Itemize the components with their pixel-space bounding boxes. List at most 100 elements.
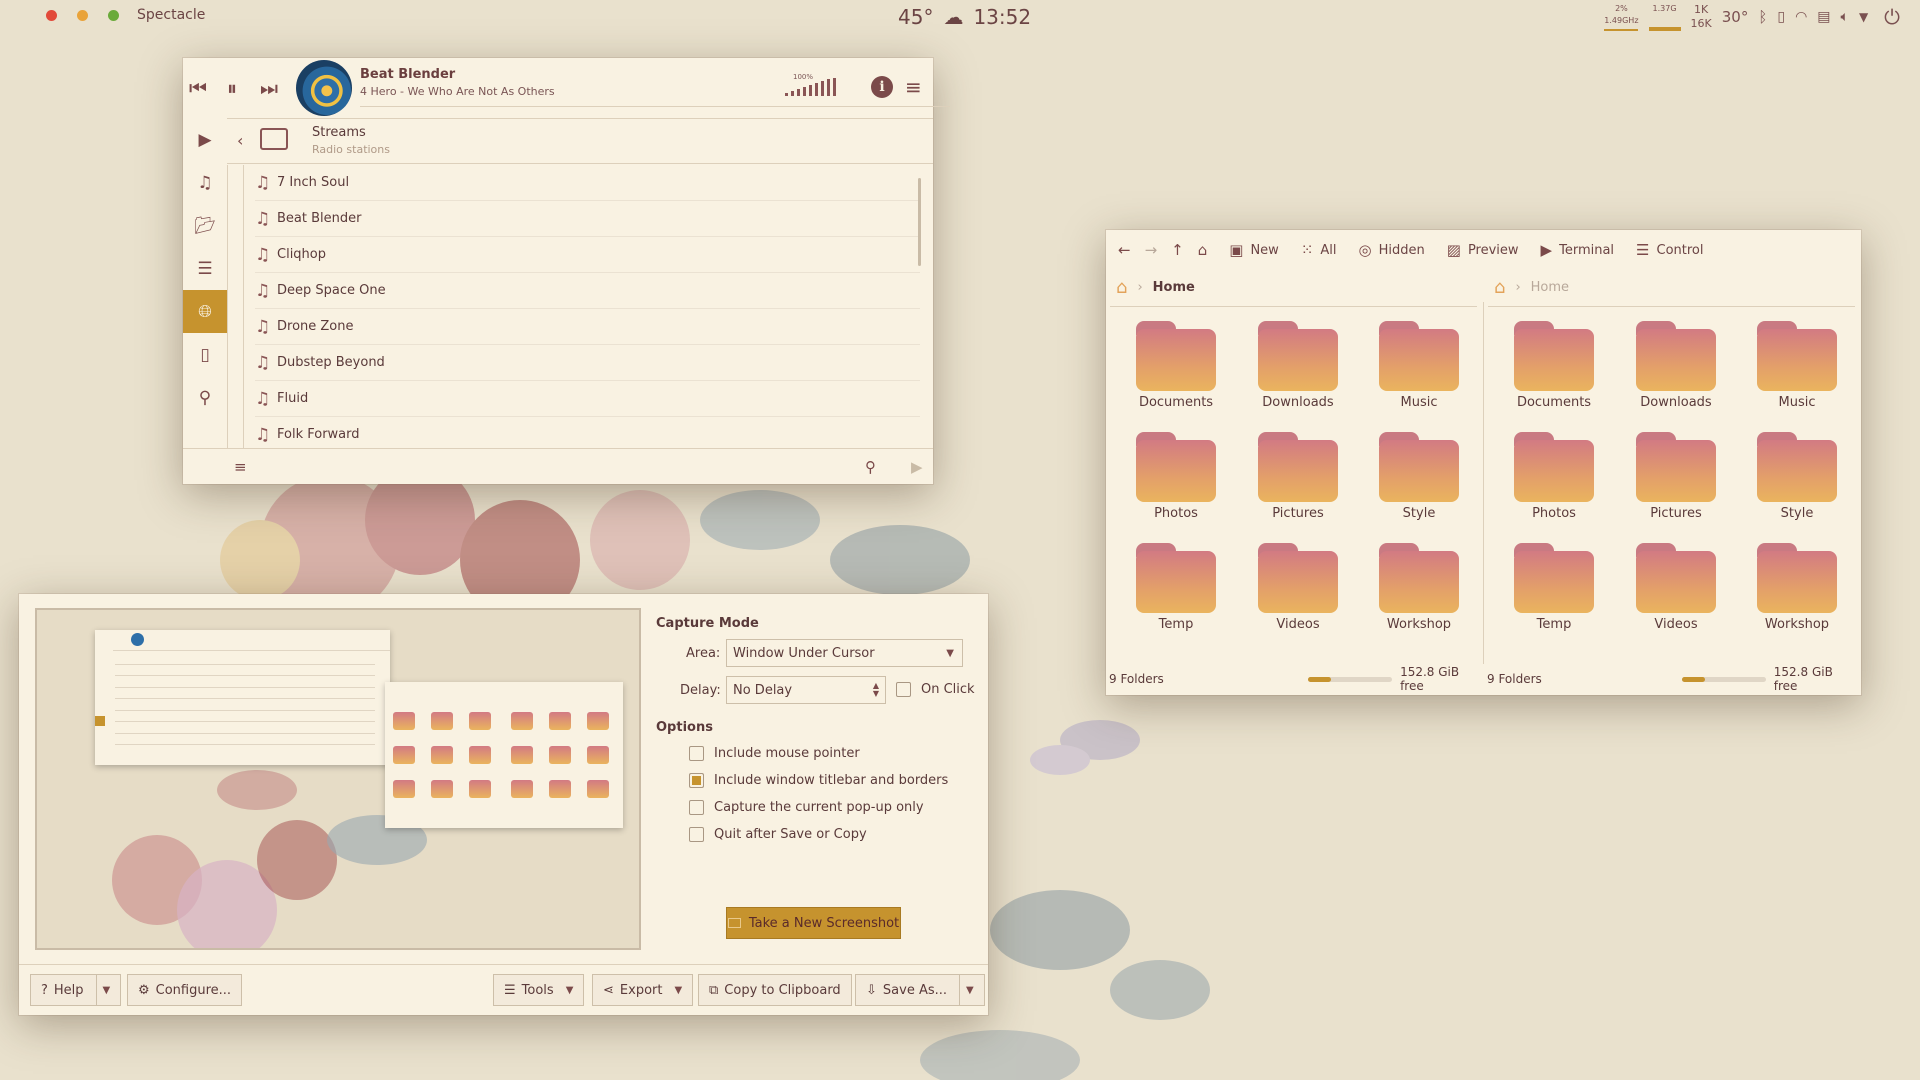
device-icon[interactable]: ▯ — [1777, 9, 1785, 25]
clock-weather[interactable]: 45° ☁ 13:52 — [898, 5, 1031, 29]
hidden-button[interactable]: ◎ Hidden — [1359, 241, 1425, 259]
internet-streams-icon[interactable]: 🌐︎ — [183, 290, 227, 333]
home-icon[interactable]: ⌂ — [1116, 277, 1127, 298]
folder-item[interactable]: Style — [1733, 418, 1843, 528]
option-include-pointer[interactable]: Include mouse pointer — [689, 746, 860, 761]
list-item[interactable]: ♫ Beat Blender — [255, 201, 920, 237]
stepper-icon[interactable]: ▲ ▼ — [873, 682, 879, 698]
sensor-temp[interactable]: 30° — [1722, 8, 1749, 26]
folder-item[interactable]: Documents — [1490, 307, 1600, 417]
folder-item[interactable]: Music — [1355, 307, 1465, 417]
up-arrow-icon[interactable]: ↑ — [1171, 241, 1184, 259]
area-dropdown[interactable]: Window Under Cursor ▼ — [726, 639, 963, 667]
wifi-icon[interactable]: ◠ — [1795, 9, 1807, 25]
list-item[interactable]: ♫ Deep Space One — [255, 273, 920, 309]
option-popup-only[interactable]: Capture the current pop-up only — [689, 800, 924, 815]
forward-arrow-icon[interactable]: → — [1145, 241, 1158, 259]
volume-icon[interactable]: 🔈︎ — [1841, 9, 1849, 25]
option-quit-after-save[interactable]: Quit after Save or Copy — [689, 827, 867, 842]
folder-item[interactable]: Temp — [1490, 529, 1600, 639]
info-icon[interactable]: i — [871, 76, 893, 98]
copy-to-clipboard-button[interactable]: ⧉ Copy to Clipboard — [698, 974, 852, 1006]
checkbox[interactable] — [689, 800, 704, 815]
clipboard-icon[interactable]: ▤ — [1817, 9, 1830, 25]
select-all-icon: ⁙ — [1300, 241, 1314, 259]
search-icon[interactable]: ⚲ — [865, 458, 876, 476]
previous-icon[interactable]: ⏮ — [189, 76, 207, 100]
network-monitor[interactable]: 1K 16K — [1691, 3, 1712, 31]
save-as-button[interactable]: ⇩ Save As... ▼ — [855, 974, 985, 1006]
save-as-label: Save As... — [882, 982, 948, 998]
folder-item[interactable]: Documents — [1112, 307, 1222, 417]
maximize-dot[interactable] — [108, 10, 119, 21]
terminal-button[interactable]: ▶ Terminal — [1541, 241, 1615, 259]
play-queue-icon[interactable]: ▶ — [183, 118, 227, 161]
breadcrumb-home[interactable]: Home — [1153, 280, 1195, 295]
list-item[interactable]: ♫ Folk Forward — [255, 417, 920, 448]
folder-item[interactable]: Videos — [1612, 529, 1722, 639]
close-dot[interactable] — [46, 10, 57, 21]
folder-item[interactable]: Workshop — [1733, 529, 1843, 639]
on-click-checkbox[interactable]: On Click — [896, 682, 975, 697]
minimize-dot[interactable] — [77, 10, 88, 21]
folder-item[interactable]: Music — [1733, 307, 1843, 417]
hamburger-menu-icon[interactable]: ≡ — [905, 75, 922, 99]
scrollbar[interactable] — [918, 178, 921, 266]
back-arrow-icon[interactable]: ← — [1118, 241, 1131, 259]
device-icon[interactable]: ▯ — [183, 333, 227, 376]
checkbox[interactable] — [689, 827, 704, 842]
export-button[interactable]: ⋖ Export ▼ — [592, 974, 694, 1006]
folder-item[interactable]: Downloads — [1234, 307, 1344, 417]
folders-icon[interactable]: 📂︎ — [183, 204, 227, 247]
back-icon[interactable]: ‹ — [237, 131, 243, 150]
control-button[interactable]: ☰ Control — [1636, 241, 1703, 259]
new-button[interactable]: ▣ New — [1229, 241, 1279, 259]
volume-slider[interactable] — [785, 78, 836, 96]
power-icon[interactable]: ⏻ — [1884, 5, 1900, 29]
checkbox-checked[interactable] — [689, 773, 704, 788]
breadcrumb-home[interactable]: Home — [1531, 280, 1569, 295]
next-icon[interactable]: ⏭ — [260, 76, 278, 100]
list-item[interactable]: ♫ Drone Zone — [255, 309, 920, 345]
folder-item[interactable]: Workshop — [1355, 529, 1465, 639]
folder-item[interactable]: Style — [1355, 418, 1465, 528]
list-menu-icon[interactable]: ≡ — [234, 458, 247, 476]
preview-button[interactable]: ▨ Preview — [1447, 241, 1519, 259]
album-cover[interactable] — [296, 60, 352, 116]
home-icon[interactable]: ⌂ — [1198, 241, 1208, 259]
chevron-down-icon[interactable]: ▼ — [966, 985, 974, 996]
list-item[interactable]: ♫ Cliqhop — [255, 237, 920, 273]
memory-monitor[interactable]: 1.37G — [1648, 3, 1681, 31]
cpu-monitor[interactable]: 2% 1.49GHz — [1604, 3, 1639, 31]
folder-item[interactable]: Downloads — [1612, 307, 1722, 417]
tray-expand-icon[interactable]: ▼ — [1859, 10, 1868, 24]
folder-item[interactable]: Videos — [1234, 529, 1344, 639]
folder-item[interactable]: Temp — [1112, 529, 1222, 639]
folder-item[interactable]: Photos — [1490, 418, 1600, 528]
screenshot-preview[interactable] — [35, 608, 641, 950]
home-icon[interactable]: ⌂ — [1494, 277, 1505, 298]
search-icon[interactable]: ⚲ — [183, 376, 227, 419]
delay-spinbox[interactable]: No Delay ▲ ▼ — [726, 676, 886, 704]
bluetooth-icon[interactable]: ᛒ — [1758, 8, 1767, 26]
checkbox[interactable] — [689, 746, 704, 761]
take-screenshot-button[interactable]: Take a New Screenshot — [726, 907, 901, 939]
tools-button[interactable]: ☰ Tools ▼ — [493, 974, 585, 1006]
progress-bar[interactable] — [360, 106, 950, 107]
play-icon[interactable]: ▶ — [911, 458, 923, 476]
help-button[interactable]: ? Help ▼ — [30, 974, 122, 1006]
pause-icon[interactable]: ⏸ — [227, 76, 237, 100]
folder-item[interactable]: Pictures — [1612, 418, 1722, 528]
folder-item[interactable]: Pictures — [1234, 418, 1344, 528]
music-library-icon[interactable]: ♫ — [183, 161, 227, 204]
configure-button[interactable]: ⚙ Configure... — [127, 974, 243, 1006]
list-item[interactable]: ♫ 7 Inch Soul — [255, 165, 920, 201]
playlists-icon[interactable]: ☰ — [183, 247, 227, 290]
list-item[interactable]: ♫ Fluid — [255, 381, 920, 417]
select-all-button[interactable]: ⁙ All — [1301, 241, 1337, 259]
folder-item[interactable]: Photos — [1112, 418, 1222, 528]
option-include-titlebar[interactable]: Include window titlebar and borders — [689, 773, 948, 788]
checkbox[interactable] — [896, 682, 911, 697]
list-item[interactable]: ♫ Dubstep Beyond — [255, 345, 920, 381]
chevron-down-icon[interactable]: ▼ — [103, 985, 111, 996]
